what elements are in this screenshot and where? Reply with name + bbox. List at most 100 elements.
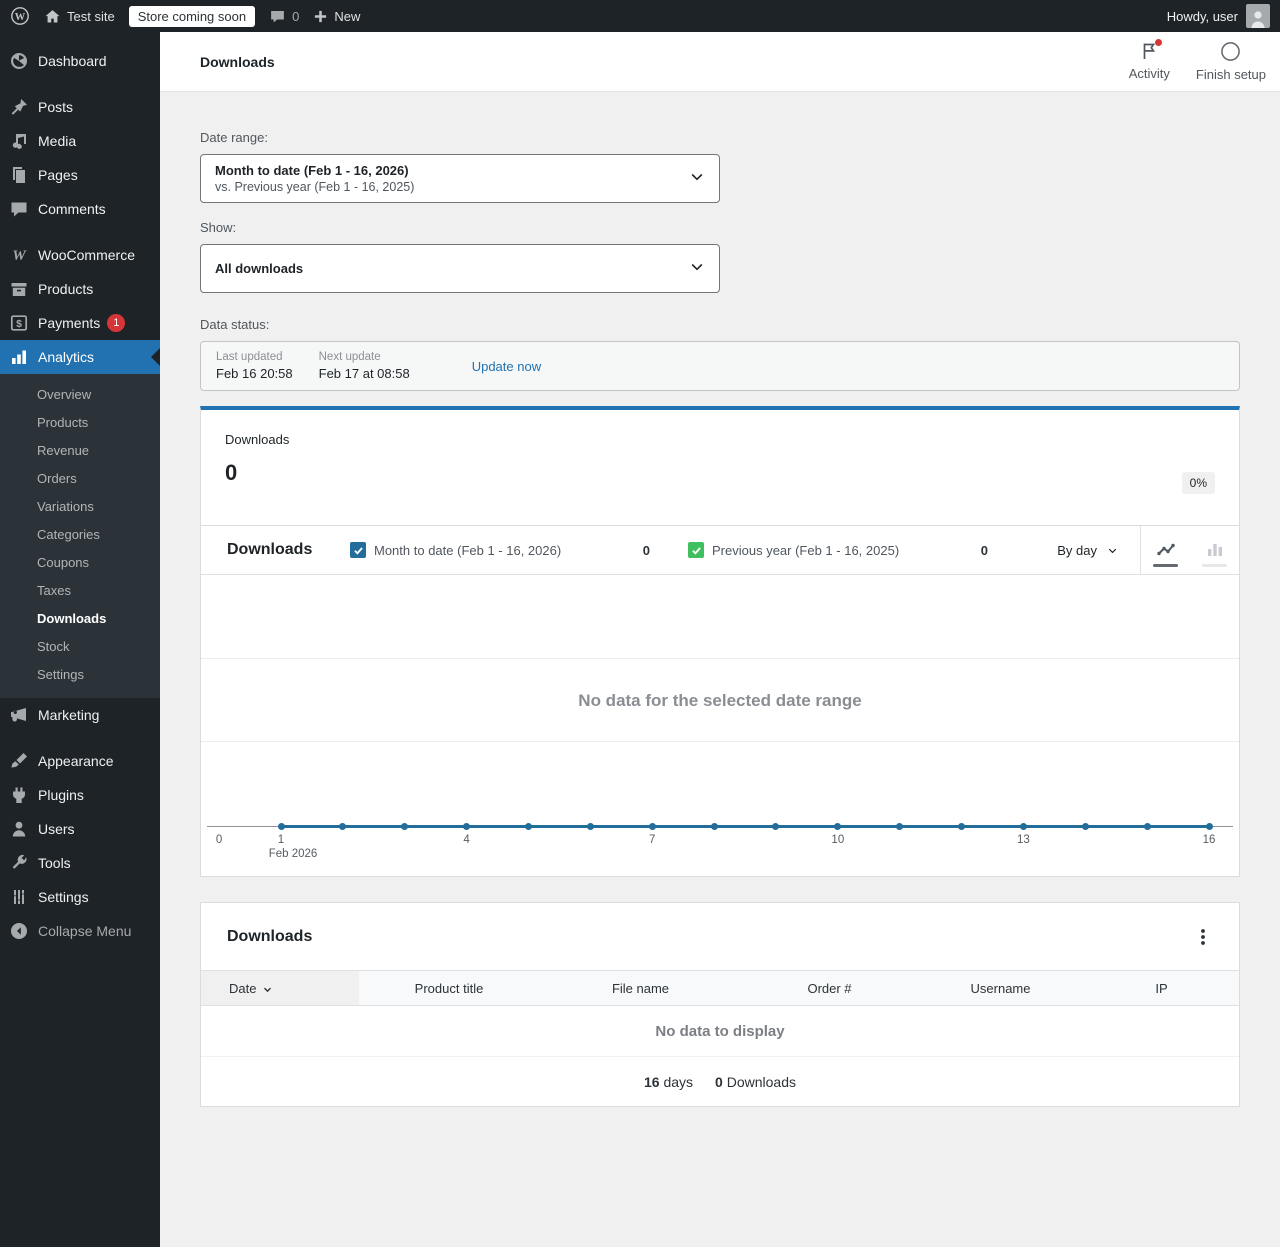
account-menu[interactable]: Howdy, user [1167,4,1280,28]
sidebar-subitem-categories[interactable]: Categories [0,521,160,549]
chart-panel: Downloads Month to date (Feb 1 - 16, 202… [200,525,1240,877]
page-title: Downloads [200,53,275,70]
sidebar-item-marketing[interactable]: Marketing [0,698,160,732]
new-menu[interactable]: New [313,9,360,24]
comments-count: 0 [292,8,300,24]
interval-select[interactable]: By day [1057,543,1118,558]
sidebar-item-label: Dashboard [38,53,107,69]
column-header-order[interactable]: Order # [742,971,917,1005]
menu-separator [0,226,160,238]
page-header: Downloads Activity Finish setup [160,32,1280,92]
finish-setup-button[interactable]: Finish setup [1196,41,1266,82]
date-range-select[interactable]: Month to date (Feb 1 - 16, 2026) vs. Pre… [200,154,720,203]
sidebar-item-dashboard[interactable]: Dashboard [0,44,160,78]
sidebar-item-woocommerce[interactable]: W WooCommerce [0,238,160,272]
sidebar-item-media[interactable]: Media [0,124,160,158]
comments-shortcut[interactable]: 0 [269,8,299,25]
interval-value: By day [1057,542,1097,558]
bar-chart-icon [1207,544,1222,556]
site-menu[interactable]: Test site [44,8,115,25]
sort-chevron-icon [262,982,273,995]
comments-icon [9,199,29,219]
table-summary: 16 days 0 Downloads [201,1057,1239,1106]
sidebar-subitem-taxes[interactable]: Taxes [0,577,160,605]
woocommerce-icon: W [9,245,29,265]
table-menu-button[interactable] [1191,925,1215,949]
show-value: All downloads [215,261,304,276]
sidebar-item-label: Media [38,133,77,149]
legend-item-month-to-date-feb-1-16-2026[interactable]: Month to date (Feb 1 - 16, 2026) 0 [350,542,650,558]
sidebar-item-plugins[interactable]: Plugins [0,778,160,812]
sidebar-subitem-revenue[interactable]: Revenue [0,437,160,465]
sidebar-item-collapse-menu[interactable]: Collapse Menu [0,914,160,948]
column-label: Product title [414,980,484,996]
column-header-ip[interactable]: IP [1084,971,1239,1005]
sidebar-subitem-downloads[interactable]: Downloads [0,605,160,633]
posts-icon [9,97,29,117]
sidebar-item-pages[interactable]: Pages [0,158,160,192]
sidebar-item-users[interactable]: Users [0,812,160,846]
legend-value: 0 [642,542,650,558]
activity-button[interactable]: Activity [1129,39,1170,82]
sidebar-item-appearance[interactable]: Appearance [0,744,160,778]
downloads-table-panel: Downloads Date Product title File name Orde… [200,902,1240,1107]
column-header-product-title[interactable]: Product title [359,971,539,1005]
sidebar-item-label: Users [38,821,75,837]
sidebar-subitem-stock[interactable]: Stock [0,633,160,661]
update-now-link[interactable]: Update now [472,359,541,374]
legend-item-previous-year-feb-1-16-2025[interactable]: Previous year (Feb 1 - 16, 2025) 0 [688,542,988,558]
sidebar-item-analytics[interactable]: Analytics [0,340,160,374]
sidebar-item-tools[interactable]: Tools [0,846,160,880]
sidebar-subitem-orders[interactable]: Orders [0,465,160,493]
wordpress-logo-icon[interactable]: W [10,6,30,26]
sidebar-item-label: Marketing [38,707,100,723]
date-range-compare: vs. Previous year (Feb 1 - 16, 2025) [215,180,415,194]
last-updated-label: Last updated [216,351,283,363]
svg-text:W: W [12,248,27,264]
coming-soon-badge: Store coming soon [128,5,256,27]
activity-flag-icon [1139,39,1163,64]
summary-tile-downloads[interactable]: Downloads 0 0% [200,406,1240,526]
sidebar-subitem-settings[interactable]: Settings [0,661,160,689]
checkbox-checked-icon [688,542,704,558]
svg-text:$: $ [16,318,22,330]
svg-text:W: W [15,12,26,23]
table-column-headers: Date Product title File name Order # Usernam… [201,970,1239,1006]
chart-title: Downloads [227,541,313,558]
appearance-icon [9,751,29,771]
sidebar-item-label: Pages [38,167,78,183]
sidebar-item-products[interactable]: Products [0,272,160,306]
sidebar-item-settings[interactable]: Settings [0,880,160,914]
sidebar-subitem-variations[interactable]: Variations [0,493,160,521]
plus-icon [313,9,328,24]
line-chart-icon [1156,543,1175,556]
show-select[interactable]: All downloads [200,244,720,293]
sidebar-item-label: Tools [38,855,71,871]
sidebar-subitem-products[interactable]: Products [0,409,160,437]
sidebar-item-posts[interactable]: Posts [0,90,160,124]
analytics-submenu: Overview Products Revenue Orders Variations C… [0,374,160,698]
tools-icon [9,853,29,873]
admin-bar: W Test site Store coming soon 0 New Howd… [0,0,1280,32]
table-summary-downloads: 0 Downloads [715,1073,796,1090]
column-header-file-name[interactable]: File name [539,971,742,1005]
x-tick-label: 1 [277,834,285,846]
line-chart-toggle[interactable] [1141,526,1190,575]
next-update-value: Feb 17 at 08:58 [318,366,410,381]
sidebar-item-label: Settings [38,889,89,905]
sidebar-item-label: Payments [38,315,101,331]
column-header-username[interactable]: Username [917,971,1084,1005]
table-empty-message: No data to display [201,1006,1239,1057]
sidebar-item-label: Comments [38,201,106,217]
column-header-date[interactable]: Date [201,971,359,1005]
column-label: Date [229,980,257,996]
sidebar-subitem-coupons[interactable]: Coupons [0,549,160,577]
sidebar-item-comments[interactable]: Comments [0,192,160,226]
bar-chart-toggle[interactable] [1190,526,1239,575]
media-icon [9,131,29,151]
sidebar-subitem-overview[interactable]: Overview [0,381,160,409]
sidebar-item-label: Appearance [38,753,114,769]
chevron-down-icon [1108,548,1117,553]
sidebar-item-payments[interactable]: $ Payments 1 [0,306,160,340]
menu-separator [0,732,160,744]
